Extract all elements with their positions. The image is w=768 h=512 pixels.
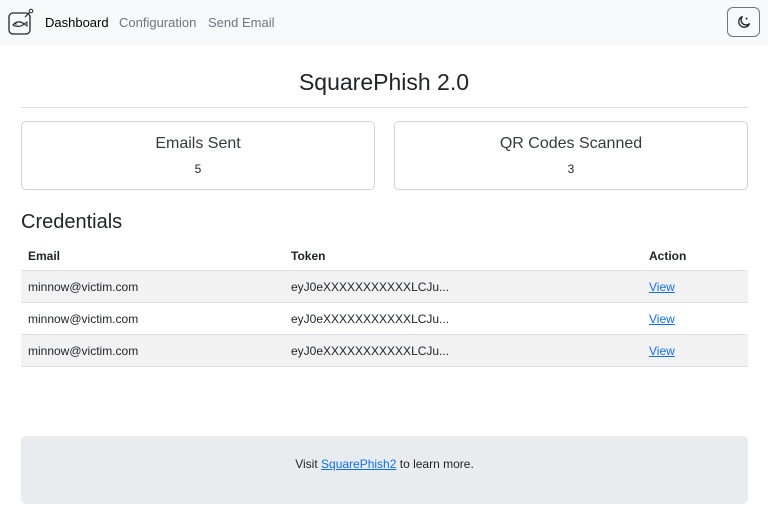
nav-dashboard[interactable]: Dashboard (45, 15, 109, 30)
row-email: minnow@victim.com (28, 280, 139, 294)
qr-scanned-value: 3 (567, 162, 575, 176)
view-link[interactable]: View (649, 344, 675, 358)
view-link[interactable]: View (649, 312, 675, 326)
page-title: SquarePhish 2.0 (298, 69, 470, 95)
table-row: minnow@victim.com eyJ0eXXXXXXXXXXXLCJu..… (21, 271, 748, 303)
column-header-email: Email (28, 249, 61, 263)
row-token: eyJ0eXXXXXXXXXXXLCJu... (291, 344, 450, 358)
footer-panel: Visit SquarePhish2 to learn more. (21, 436, 748, 504)
column-header-action: Action (649, 249, 687, 263)
qr-scanned-card: QR Codes Scanned 3 (394, 121, 748, 190)
credentials-title: Credentials (21, 211, 123, 233)
fishbowl-logo-icon[interactable] (8, 8, 34, 36)
nav-configuration[interactable]: Configuration (119, 15, 196, 30)
row-token: eyJ0eXXXXXXXXXXXLCJu... (291, 312, 450, 326)
row-email: minnow@victim.com (28, 344, 139, 358)
nav-send-email[interactable]: Send Email (208, 15, 274, 30)
footer-suffix: to learn more. (396, 457, 474, 471)
moon-stars-icon (738, 15, 751, 28)
emails-sent-card: Emails Sent 5 (21, 121, 375, 190)
column-header-token: Token (291, 249, 326, 263)
table-row: minnow@victim.com eyJ0eXXXXXXXXXXXLCJu..… (21, 335, 748, 367)
emails-sent-value: 5 (194, 162, 202, 176)
table-row: minnow@victim.com eyJ0eXXXXXXXXXXXLCJu..… (21, 303, 748, 335)
theme-toggle-button[interactable] (727, 7, 760, 37)
row-token: eyJ0eXXXXXXXXXXXLCJu... (291, 280, 450, 294)
view-link[interactable]: View (649, 280, 675, 294)
top-navbar: Dashboard Configuration Send Email (0, 0, 768, 45)
footer-text: Visit SquarePhish2 to learn more. (21, 457, 748, 471)
table-header: Email Token Action (21, 240, 748, 271)
row-email: minnow@victim.com (28, 312, 139, 326)
footer-prefix: Visit (295, 457, 322, 471)
title-divider (21, 107, 748, 108)
qr-scanned-label: QR Codes Scanned (499, 135, 643, 152)
emails-sent-label: Emails Sent (155, 135, 241, 152)
squarephish2-link[interactable]: SquarePhish2 (321, 457, 396, 471)
